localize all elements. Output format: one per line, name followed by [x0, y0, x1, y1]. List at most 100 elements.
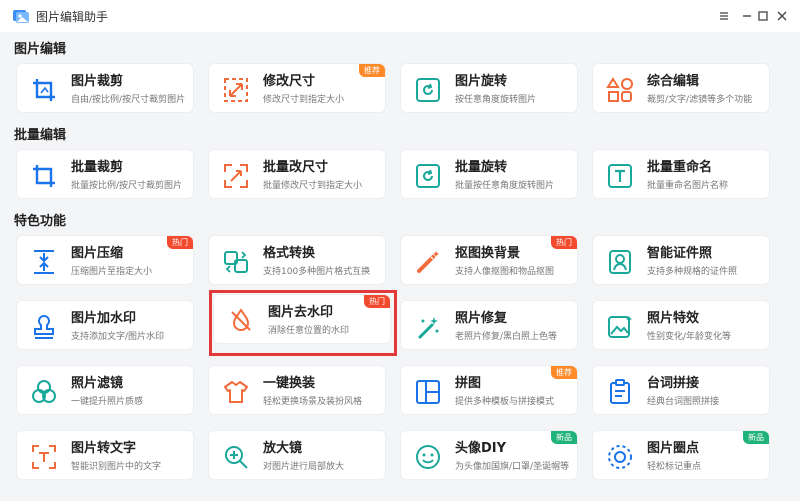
card-desc: 为头像加国旗/口罩/圣诞帽等: [455, 462, 570, 472]
card-title: 照片修复: [455, 311, 508, 326]
card-comprehensive-edit[interactable]: 综合编辑 裁剪/文字/滤镜等多个功能: [592, 63, 770, 113]
zoom-icon: [225, 446, 248, 469]
recommend-badge: 推荐: [551, 366, 577, 379]
card-title: 图片加水印: [71, 311, 137, 326]
card-title: 图片转文字: [71, 441, 137, 456]
card-format-convert[interactable]: 格式转换 支持100多种图片格式互换: [208, 235, 386, 285]
text-icon: [608, 164, 632, 188]
ocr-icon: [32, 445, 56, 469]
card-cutout-background[interactable]: 抠图换背景 支持人像抠图和物品抠图 热门: [400, 235, 578, 285]
card-photo-repair[interactable]: 照片修复 老照片修复/黑白照上色等: [400, 300, 578, 350]
card-desc: 经典台词图照拼接: [647, 397, 720, 407]
card-title: 拼图: [455, 376, 482, 391]
card-title: 图片裁剪: [71, 74, 124, 89]
card-desc: 轻松更换场景及装扮风格: [263, 397, 363, 407]
card-desc: 修改尺寸到指定大小: [263, 95, 345, 105]
close-icon: [777, 11, 787, 21]
card-title: 头像DIY: [455, 441, 507, 456]
card-avatar-diy[interactable]: 头像DIY 为头像加国旗/口罩/圣诞帽等 新品: [400, 430, 578, 480]
stamp-icon: [34, 314, 54, 339]
card-image-compress[interactable]: 图片压缩 压缩图片至指定大小 热门: [16, 235, 194, 285]
highlight-box: [209, 290, 397, 356]
card-photo-filter[interactable]: 照片滤镜 一键提升照片质感: [16, 365, 194, 415]
card-desc: 批量重命名图片名称: [647, 181, 729, 191]
smile-icon: [416, 445, 440, 469]
card-desc: 老照片修复/黑白照上色等: [455, 332, 558, 342]
card-magnifier[interactable]: 放大镜 对图片进行局部放大: [208, 430, 386, 480]
card-title: 放大镜: [263, 441, 303, 456]
resize-icon: [224, 164, 248, 188]
card-smart-id-photo[interactable]: 智能证件照 支持多种规格的证件照: [592, 235, 770, 285]
card-title: 批量旋转: [455, 160, 508, 175]
card-image-mark[interactable]: 图片圈点 轻松标记重点 新品: [592, 430, 770, 480]
card-desc: 智能识别图片中的文字: [71, 462, 162, 472]
card-title: 图片压缩: [71, 246, 124, 261]
card-title: 格式转换: [263, 246, 316, 261]
card-title: 一键换装: [263, 376, 316, 391]
card-batch-rename[interactable]: 批量重命名 批量重命名图片名称: [592, 149, 770, 199]
card-desc: 支持多种规格的证件照: [647, 267, 738, 277]
card-title: 台词拼接: [647, 376, 700, 391]
card-collage[interactable]: 拼图 提供多种模板与拼接模式 推荐: [400, 365, 578, 415]
title-bar: 图片编辑助手: [0, 0, 800, 32]
magic-icon: [418, 317, 439, 339]
shirt-icon: [224, 381, 248, 403]
new-badge: 新品: [551, 431, 577, 444]
card-title: 修改尺寸: [263, 74, 316, 89]
app-title: 图片编辑助手: [36, 10, 109, 24]
rotate-icon: [416, 78, 440, 102]
wand-icon: [417, 251, 439, 273]
card-rotate[interactable]: 图片旋转 按任意角度旋转图片: [400, 63, 578, 113]
card-outfit-change[interactable]: 一键换装 轻松更换场景及装扮风格: [208, 365, 386, 415]
maximize-icon: [758, 11, 768, 21]
convert-icon: [224, 251, 248, 273]
card-desc: 支持人像抠图和物品抠图: [455, 267, 555, 277]
card-title: 综合编辑: [647, 74, 700, 89]
card-image-crop[interactable]: 图片裁剪 自由/按比例/按尺寸裁剪图片: [16, 63, 194, 113]
card-desc: 对图片进行局部放大: [263, 462, 345, 472]
card-batch-resize[interactable]: 批量改尺寸 批量修改尺寸到指定大小: [208, 149, 386, 199]
card-desc: 批量按任意角度旋转图片: [455, 181, 555, 191]
card-desc: 支持添加文字/图片水印: [71, 332, 165, 342]
card-desc: 自由/按比例/按尺寸裁剪图片: [71, 95, 186, 105]
collage-icon: [416, 380, 440, 404]
id-photo-icon: [609, 250, 631, 274]
new-badge: 新品: [743, 431, 769, 444]
section-title-image-edit: 图片编辑: [14, 42, 67, 57]
menu-icon: [720, 12, 728, 20]
app-logo-icon: [13, 10, 29, 23]
card-desc: 轻松标记重点: [647, 462, 702, 472]
card-desc: 性别变化/年龄变化等: [647, 332, 732, 342]
crop-icon: [33, 165, 55, 187]
card-desc: 裁剪/文字/滤镜等多个功能: [647, 95, 753, 105]
image-effect-icon: [608, 316, 632, 338]
close-button[interactable]: [772, 6, 792, 26]
compress-icon: [34, 250, 54, 274]
card-add-watermark[interactable]: 图片加水印 支持添加文字/图片水印: [16, 300, 194, 350]
shapes-icon: [606, 77, 633, 102]
clipboard-icon: [610, 379, 630, 404]
card-title: 批量重命名: [647, 160, 713, 175]
card-batch-crop[interactable]: 批量裁剪 批量按比例/按尺寸裁剪图片: [16, 149, 194, 199]
card-title: 图片旋转: [455, 74, 508, 89]
card-title: 照片特效: [647, 311, 700, 326]
section-title-batch-edit: 批量编辑: [14, 128, 67, 143]
resize-icon: [224, 78, 248, 102]
maximize-button[interactable]: [753, 6, 773, 26]
card-resize[interactable]: 修改尺寸 修改尺寸到指定大小 推荐: [208, 63, 386, 113]
crop-icon: [33, 79, 55, 101]
card-desc: 支持100多种图片格式互换: [263, 267, 371, 277]
hot-badge: 热门: [167, 236, 193, 249]
card-desc: 压缩图片至指定大小: [71, 267, 153, 277]
filter-icon: [32, 380, 56, 403]
card-desc: 按任意角度旋转图片: [455, 95, 537, 105]
recommend-badge: 推荐: [359, 64, 385, 77]
card-title: 智能证件照: [647, 246, 713, 261]
hot-badge: 热门: [551, 236, 577, 249]
card-subtitle-stitch[interactable]: 台词拼接 经典台词图照拼接: [592, 365, 770, 415]
card-image-to-text[interactable]: 图片转文字 智能识别图片中的文字: [16, 430, 194, 480]
card-photo-effects[interactable]: 照片特效 性别变化/年龄变化等: [592, 300, 770, 350]
card-batch-rotate[interactable]: 批量旋转 批量按任意角度旋转图片: [400, 149, 578, 199]
settings-button[interactable]: [714, 6, 734, 26]
card-desc: 提供多种模板与拼接模式: [455, 397, 555, 407]
